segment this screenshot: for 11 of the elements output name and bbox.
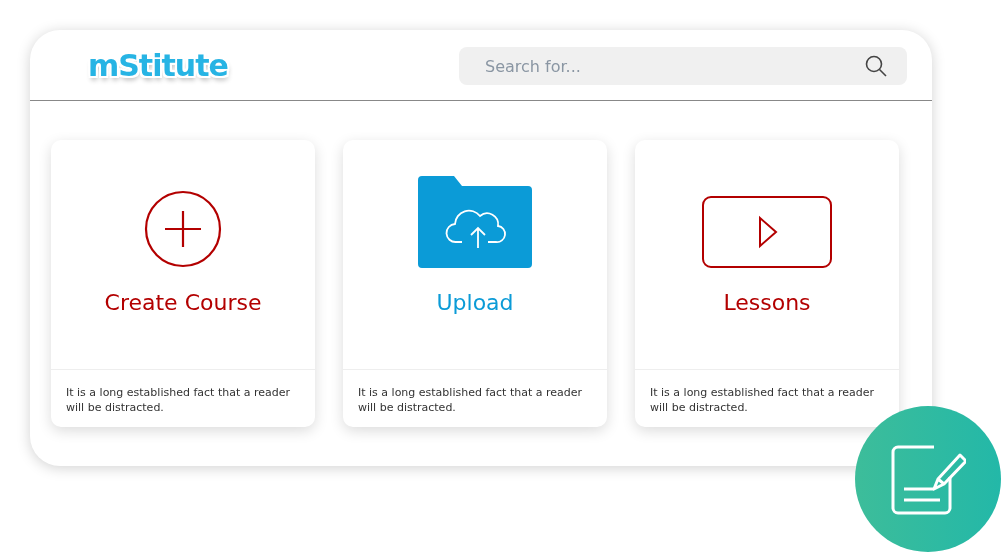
search-field[interactable]: Search for... bbox=[459, 47, 907, 85]
search-icon[interactable] bbox=[865, 55, 887, 77]
card-description: It is a long established fact that a reader will be distracted. bbox=[65, 385, 291, 415]
video-play-icon bbox=[702, 196, 832, 268]
card-description: It is a long established fact that a reader will be distracted. bbox=[649, 385, 875, 415]
card-title[interactable]: Lessons bbox=[723, 290, 811, 315]
card-title[interactable]: Create Course bbox=[104, 290, 262, 315]
cloud-folder-icon bbox=[418, 176, 532, 268]
plus-circle-icon bbox=[144, 190, 222, 268]
card-description: It is a long established fact that a reader will be distracted. bbox=[357, 385, 583, 415]
logo: mStitute bbox=[88, 47, 228, 83]
